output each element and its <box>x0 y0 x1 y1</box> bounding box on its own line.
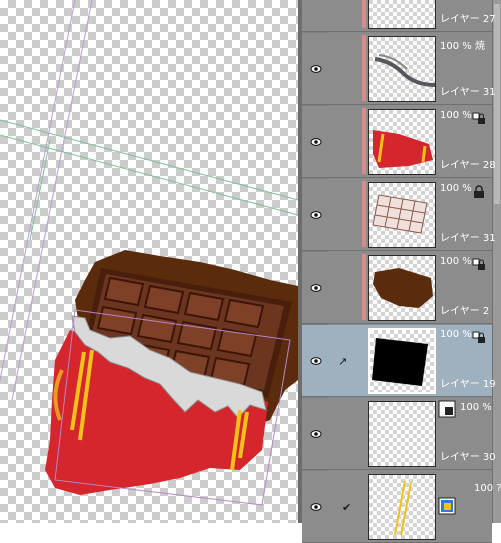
eye-icon[interactable] <box>310 282 322 294</box>
edit-target-icon[interactable]: ↗ <box>338 355 347 368</box>
layer-opacity: 100 % 焼 <box>440 41 485 52</box>
lock-icon[interactable] <box>472 184 486 198</box>
layer-row-30[interactable]: 100 % レイヤー 30 <box>302 398 496 470</box>
layer-row-folder[interactable]: ✔ 100 ? <box>302 471 501 543</box>
layer-name: レイヤー 30 <box>440 452 496 463</box>
layer-panel-scrollbar[interactable] <box>492 0 501 523</box>
layer-thumbnail <box>368 328 436 394</box>
layer-row-31-stroke[interactable]: 100 % 焼 レイヤー 31 <box>302 33 496 105</box>
clipping-indicator <box>362 35 366 101</box>
layer-row-2[interactable]: 100 % レイヤー 2 <box>302 252 492 324</box>
lock-alpha-icon[interactable] <box>472 111 486 125</box>
eye-icon[interactable] <box>310 355 322 367</box>
checkmark-icon[interactable]: ✔ <box>342 501 351 514</box>
layer-opacity: 100 % <box>440 256 472 267</box>
layer-opacity: 100 ? <box>474 483 501 494</box>
clipping-indicator <box>362 0 366 28</box>
layer-name: レイヤー 27 <box>440 14 496 25</box>
layer-name: レイヤー 31 <box>440 87 496 98</box>
layer-thumbnail <box>368 255 436 321</box>
layer-row-31-chocolate[interactable]: 100 % レイヤー 31 <box>302 179 496 251</box>
clipping-indicator <box>362 254 366 320</box>
layer-row-28[interactable]: 100 % レイヤー 28 <box>302 106 496 178</box>
eye-icon[interactable] <box>310 501 322 513</box>
layer-name: レイヤー 19 <box>440 379 496 390</box>
eye-icon[interactable] <box>310 0 322 2</box>
layer-name: レイヤー 2 <box>440 306 490 317</box>
lock-alpha-icon[interactable] <box>472 330 486 344</box>
eye-icon[interactable] <box>310 209 322 221</box>
drawing-canvas[interactable] <box>0 0 298 523</box>
layer-row-19[interactable]: ↗ 100 % : レイヤー 19 <box>302 325 496 397</box>
folder-color-icon[interactable] <box>438 497 456 515</box>
layer-thumbnail <box>368 109 436 175</box>
chocolate-illustration <box>0 0 298 506</box>
eye-icon[interactable] <box>310 136 322 148</box>
layer-mode-icon[interactable] <box>438 400 456 418</box>
layer-thumbnail <box>368 401 436 467</box>
clipping-indicator <box>362 108 366 174</box>
layer-row-27[interactable]: レイヤー 27 <box>302 0 496 32</box>
layer-opacity: 100 % <box>440 183 472 194</box>
layer-opacity: 100 % <box>440 110 472 121</box>
clipping-indicator <box>362 181 366 247</box>
layer-name: レイヤー 31 <box>440 233 496 244</box>
layer-opacity: 100 % <box>460 402 492 413</box>
lock-alpha-icon[interactable] <box>472 257 486 271</box>
layer-thumbnail <box>368 182 436 248</box>
scrollbar-thumb[interactable] <box>494 4 500 204</box>
layer-thumbnail <box>368 36 436 102</box>
eye-icon[interactable] <box>310 63 322 75</box>
layer-thumbnail <box>368 0 436 29</box>
layer-thumbnail <box>368 474 436 540</box>
layer-name: レイヤー 28 <box>440 160 496 171</box>
eye-icon[interactable] <box>310 428 322 440</box>
